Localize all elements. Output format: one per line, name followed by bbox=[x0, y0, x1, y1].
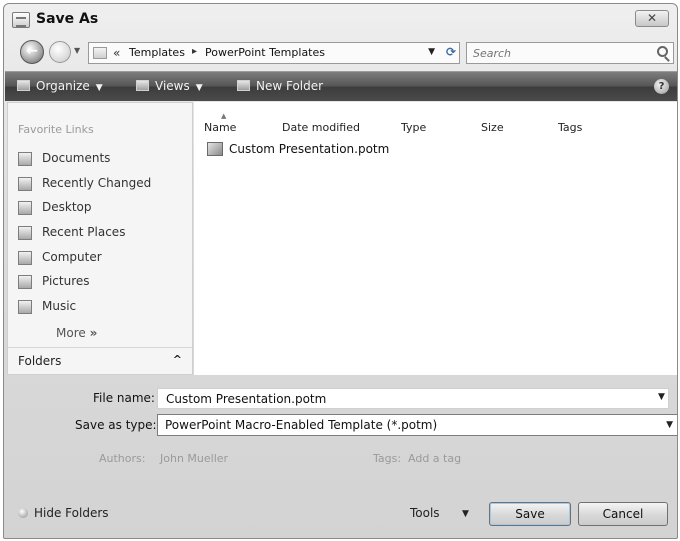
column-header-size[interactable]: Size bbox=[481, 121, 504, 134]
save-as-dialog: Save As ✕ ← ▼ « Templates ▸ PowerPoint T… bbox=[3, 3, 678, 539]
search-icon[interactable] bbox=[657, 46, 668, 57]
computer-icon bbox=[18, 251, 32, 265]
chevron-up-icon: ^ bbox=[172, 353, 182, 366]
help-button[interactable]: ? bbox=[654, 79, 669, 94]
refresh-button[interactable]: ⟳ bbox=[446, 45, 456, 59]
documents-icon bbox=[18, 152, 32, 166]
tags-field[interactable]: Add a tag bbox=[408, 452, 461, 465]
sidebar-item-computer[interactable]: Computer bbox=[14, 249, 184, 269]
double-chevron-right-icon: » bbox=[89, 326, 98, 340]
breadcrumb-separator-icon[interactable]: ▸ bbox=[192, 46, 197, 57]
powerpoint-file-icon bbox=[207, 142, 223, 156]
chevron-down-icon[interactable]: ▼ bbox=[462, 509, 469, 519]
file-name: Custom Presentation.potm bbox=[229, 142, 390, 156]
sort-indicator-icon: ▲ bbox=[221, 112, 227, 120]
column-header-date-modified[interactable]: Date modified bbox=[282, 121, 360, 134]
breadcrumb-powerpoint-templates[interactable]: PowerPoint Templates bbox=[205, 46, 325, 59]
organize-menu[interactable]: Organize ▼ bbox=[17, 79, 103, 93]
address-dropdown-icon[interactable]: ▼ bbox=[428, 47, 435, 57]
authors-field[interactable]: John Mueller bbox=[160, 452, 228, 465]
folders-label: Folders bbox=[18, 354, 62, 368]
sidebar-item-recent-places[interactable]: Recent Places bbox=[14, 224, 184, 244]
sidebar-item-pictures[interactable]: Pictures bbox=[14, 273, 184, 293]
dialog-title: Save As bbox=[36, 11, 99, 27]
cancel-button[interactable]: Cancel bbox=[578, 502, 668, 526]
pictures-icon bbox=[18, 275, 32, 289]
close-button[interactable]: ✕ bbox=[635, 10, 669, 27]
desktop-icon bbox=[18, 201, 32, 215]
breadcrumb-overflow[interactable]: « bbox=[113, 46, 120, 60]
folder-icon bbox=[93, 47, 107, 59]
forward-button[interactable] bbox=[49, 41, 71, 63]
column-header-name[interactable]: Name bbox=[204, 121, 236, 134]
column-header-type[interactable]: Type bbox=[401, 121, 426, 134]
views-icon bbox=[136, 80, 149, 91]
sidebar-item-desktop[interactable]: Desktop bbox=[14, 199, 184, 219]
save-as-type-select[interactable]: PowerPoint Macro-Enabled Template (*.pot… bbox=[157, 414, 677, 436]
folders-toggle[interactable]: Folders ^ bbox=[8, 347, 192, 375]
back-arrow-icon: ← bbox=[26, 43, 38, 59]
new-folder-icon bbox=[237, 80, 250, 91]
music-icon bbox=[18, 300, 32, 314]
hide-folders-icon[interactable] bbox=[18, 508, 28, 518]
save-as-type-value: PowerPoint Macro-Enabled Template (*.pot… bbox=[165, 418, 438, 432]
address-bar[interactable]: « Templates ▸ PowerPoint Templates ▼ ⟳ bbox=[88, 42, 460, 64]
navigation-pane: Favorite Links Documents Recently Change… bbox=[7, 102, 193, 375]
sidebar-item-music[interactable]: Music bbox=[14, 298, 184, 318]
search-box[interactable] bbox=[466, 42, 674, 64]
recently-changed-icon bbox=[18, 177, 32, 191]
breadcrumb-templates[interactable]: Templates bbox=[129, 46, 185, 59]
recent-places-icon bbox=[18, 226, 32, 240]
chevron-down-icon: ▼ bbox=[195, 83, 203, 93]
file-name-dropdown-icon[interactable]: ▼ bbox=[658, 392, 665, 402]
sidebar-item-recently-changed[interactable]: Recently Changed bbox=[14, 175, 184, 195]
sidebar-item-documents[interactable]: Documents bbox=[14, 150, 184, 170]
recent-pages-dropdown[interactable]: ▼ bbox=[74, 46, 84, 56]
hide-folders-button[interactable]: Hide Folders bbox=[34, 506, 109, 520]
new-folder-button[interactable]: New Folder bbox=[237, 79, 323, 93]
file-name-label: File name: bbox=[93, 391, 155, 405]
chevron-down-icon: ▼ bbox=[95, 83, 103, 93]
title-bar: Save As ✕ bbox=[4, 4, 677, 34]
authors-label: Authors: bbox=[99, 452, 146, 465]
chevron-down-icon: ▼ bbox=[666, 420, 673, 430]
dialog-app-icon bbox=[12, 12, 30, 28]
save-button[interactable]: Save bbox=[489, 502, 571, 526]
tools-menu[interactable]: Tools bbox=[410, 506, 440, 520]
back-button[interactable]: ← bbox=[20, 40, 44, 64]
file-name-input[interactable] bbox=[157, 388, 669, 409]
views-menu[interactable]: Views ▼ bbox=[136, 79, 203, 93]
save-as-type-label: Save as type: bbox=[75, 418, 157, 432]
file-list[interactable]: ▲ Name Date modified Type Size Tags Cust… bbox=[194, 102, 677, 375]
close-icon: ✕ bbox=[646, 11, 658, 25]
file-item[interactable]: Custom Presentation.potm bbox=[207, 141, 407, 159]
favorite-links-heading: Favorite Links bbox=[18, 123, 94, 136]
organize-icon bbox=[17, 80, 30, 91]
more-links-button[interactable]: More » bbox=[56, 326, 97, 340]
tags-label: Tags: bbox=[373, 452, 402, 465]
search-input[interactable] bbox=[467, 43, 642, 63]
navigation-bar: ← ▼ « Templates ▸ PowerPoint Templates ▼… bbox=[4, 34, 677, 68]
column-header-tags[interactable]: Tags bbox=[558, 121, 582, 134]
command-toolbar: Organize ▼ Views ▼ New Folder ? bbox=[5, 71, 677, 101]
